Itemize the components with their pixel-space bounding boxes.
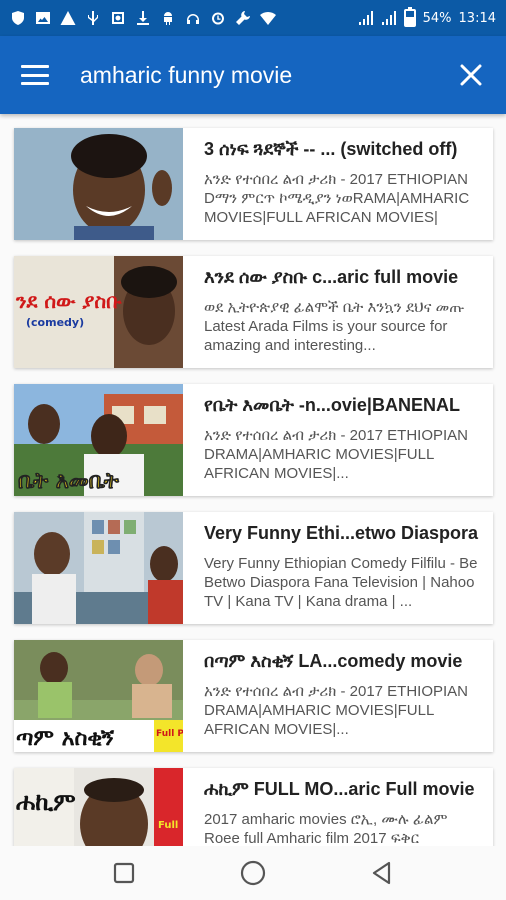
download-icon	[135, 10, 151, 26]
thumb-caption: ሐኪም	[16, 788, 76, 816]
video-thumbnail: ጣም አስቂኝ Full PART	[14, 640, 183, 752]
result-title: እንደ ሰው ያስቡ c...aric full movie	[204, 267, 459, 287]
result-description: ወደ ኢትዮጵያዊ ፊልሞች ቤት እንኳን ደህና መጡ Latest Ara…	[204, 299, 465, 354]
clear-search-button[interactable]	[436, 36, 506, 114]
thumb-badge: Full	[158, 820, 178, 831]
signal-icon	[381, 10, 397, 26]
result-description: አንድ የተሰበረ ልብ ታሪክ - 2017 ETHIOPIAN Dማን ምር…	[204, 171, 470, 226]
result-card[interactable]: ቤት እመቤት የቤት እመቤት -n...ovie|BANENAL አንድ የ…	[14, 384, 493, 496]
result-title: ሐኪም FULL MO...aric Full movie	[204, 779, 475, 799]
result-title: 3 ሰነፍ ጓደኞች -- ... (switched off)	[204, 139, 458, 159]
wifi-icon	[260, 10, 276, 26]
system-nav-bar	[0, 846, 506, 900]
thumb-caption: ንደ ሰው ያስቡ	[15, 289, 122, 313]
video-thumbnail	[14, 512, 183, 624]
video-thumbnail: ቤት እመቤት	[14, 384, 183, 496]
notification-icons	[10, 10, 358, 26]
image-icon	[35, 10, 51, 26]
wrench-icon	[235, 10, 251, 26]
result-card[interactable]: ሐኪም Full ሐኪም FULL MO...aric Full movie 2…	[14, 768, 493, 846]
thumb-caption: ጣም አስቂኝ	[16, 726, 115, 751]
home-button[interactable]	[228, 848, 278, 898]
app-bar	[0, 36, 506, 114]
result-description: 2017 amharic movies ሮኢ, ሙሉ ፊልም Roee full…	[204, 811, 448, 846]
android-icon	[160, 10, 176, 26]
results-list[interactable]: 3 ሰነፍ ጓደኞች -- ... (switched off) አንድ የተሰ…	[0, 114, 506, 846]
video-thumbnail: ሐኪም Full	[14, 768, 183, 846]
instagram-icon	[110, 10, 126, 26]
shield-icon	[10, 10, 26, 26]
result-card[interactable]: ጣም አስቂኝ Full PART በጣም እስቂኝ LA...comedy m…	[14, 640, 493, 752]
close-icon	[460, 64, 482, 86]
home-circle-icon	[240, 860, 266, 886]
result-title: የቤት እመቤት -n...ovie|BANENAL	[204, 395, 460, 415]
back-triangle-icon	[372, 861, 390, 885]
result-title: በጣም እስቂኝ LA...comedy movie	[204, 651, 463, 671]
usb-icon	[85, 10, 101, 26]
result-description: Very Funny Ethiopian Comedy Filfilu - Be…	[204, 555, 478, 610]
clock: 13:14	[458, 10, 496, 26]
recents-square-icon	[114, 862, 135, 884]
charging-icon	[403, 7, 416, 27]
recents-button[interactable]	[99, 848, 149, 898]
video-thumbnail	[14, 128, 183, 240]
result-card[interactable]: ንደ ሰው ያስቡ (comedy) እንደ ሰው ያስቡ c...aric f…	[14, 256, 493, 368]
result-card[interactable]: 3 ሰነፍ ጓደኞች -- ... (switched off) አንድ የተሰ…	[14, 128, 493, 240]
status-indicators: 54% 13:14	[358, 7, 496, 27]
result-title: Very Funny Ethi...etwo Diaspora	[204, 523, 479, 543]
status-bar: 54% 13:14	[0, 0, 506, 36]
thumb-badge: Full PART	[156, 729, 183, 739]
thumb-caption: ቤት እመቤት	[18, 469, 120, 494]
signal-icon	[358, 10, 374, 26]
headphones-icon	[185, 10, 201, 26]
hamburger-icon	[21, 65, 49, 85]
result-description: አንድ የተሰበረ ልብ ታሪክ - 2017 ETHIOPIAN DRAMA|…	[204, 683, 469, 738]
video-thumbnail: ንደ ሰው ያስቡ (comedy)	[14, 256, 183, 368]
back-button[interactable]	[357, 848, 407, 898]
result-card[interactable]: Very Funny Ethi...etwo Diaspora Very Fun…	[14, 512, 493, 624]
warning-icon	[60, 10, 76, 26]
battery-percent: 54%	[422, 10, 452, 26]
alarm-icon	[210, 10, 226, 26]
result-description: አንድ የተሰበረ ልብ ታሪክ - 2017 ETHIOPIAN DRAMA|…	[204, 427, 469, 482]
menu-button[interactable]	[0, 36, 70, 114]
thumb-subcaption: (comedy)	[26, 316, 84, 329]
search-input[interactable]	[70, 51, 436, 99]
